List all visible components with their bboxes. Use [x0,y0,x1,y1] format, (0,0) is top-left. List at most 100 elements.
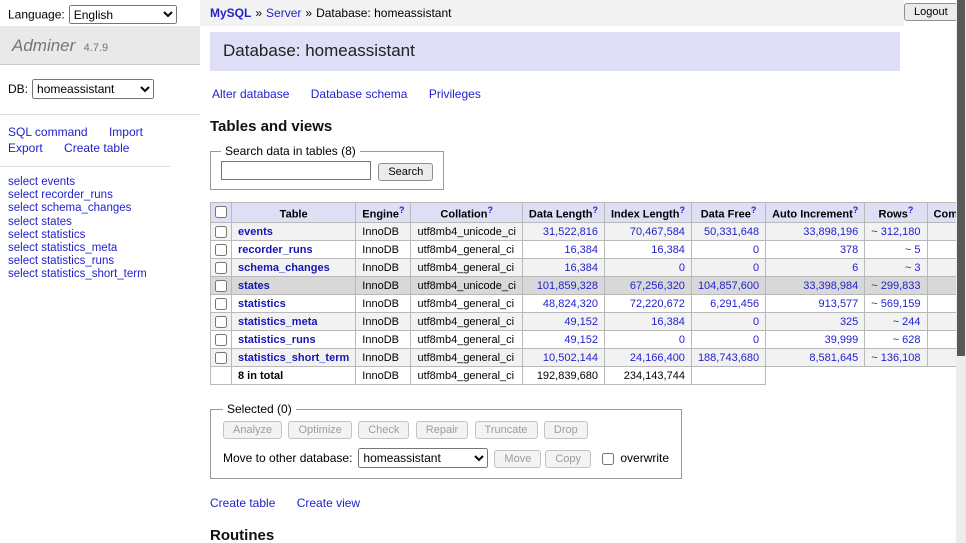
text-link[interactable]: SQL command [8,125,88,139]
rows-link[interactable]: ~ 136,108 [871,352,920,364]
table-name-link[interactable]: events [238,226,273,238]
db-select[interactable]: homeassistant [32,79,154,99]
column-help-link[interactable]: ? [679,205,685,215]
sidebar-table-link[interactable]: select statistics [8,229,192,242]
data-length-link[interactable]: 101,859,328 [537,280,598,292]
data-free-link[interactable]: 0 [753,334,759,346]
text-link[interactable]: Create table [64,141,129,155]
sidebar-table-link[interactable]: select events [8,176,192,189]
row-checkbox[interactable] [215,352,227,364]
data-length-link[interactable]: 31,522,816 [543,226,598,238]
data-length-link[interactable]: 16,384 [564,244,598,256]
overwrite-checkbox[interactable] [602,453,614,465]
selected-action-button[interactable]: Optimize [288,421,351,439]
table-name-link[interactable]: states [238,280,270,292]
sidebar-table-link[interactable]: select schema_changes [8,202,192,215]
row-checkbox[interactable] [215,316,227,328]
index-length-link[interactable]: 67,256,320 [630,280,685,292]
column-help-link[interactable]: ? [399,205,405,215]
auto-increment-link[interactable]: 325 [840,316,858,328]
data-free-link[interactable]: 0 [753,262,759,274]
data-length-link[interactable]: 49,152 [564,316,598,328]
text-link[interactable]: Privileges [429,87,481,101]
auto-increment-link[interactable]: 378 [840,244,858,256]
index-length-link[interactable]: 0 [679,262,685,274]
auto-increment-link[interactable]: 913,577 [819,298,859,310]
move-button[interactable]: Move [494,450,541,468]
text-link[interactable]: Alter database [212,87,289,101]
index-length-link[interactable]: 16,384 [651,244,685,256]
data-free-link[interactable]: 0 [753,316,759,328]
data-length-link[interactable]: 16,384 [564,262,598,274]
row-checkbox[interactable] [215,226,227,238]
language-select[interactable]: English [69,5,177,24]
data-length-link[interactable]: 48,824,320 [543,298,598,310]
sidebar-table-link[interactable]: select statistics_runs [8,255,192,268]
text-link[interactable]: Create table [210,496,275,510]
table-name-cell: statistics [232,295,356,313]
table-name-link[interactable]: statistics [238,298,286,310]
search-input[interactable] [221,161,371,180]
select-all-checkbox[interactable] [215,206,227,218]
sidebar-table-link[interactable]: select recorder_runs [8,189,192,202]
column-help-link[interactable]: ? [487,205,493,215]
selected-action-button[interactable]: Repair [416,421,468,439]
data-free-link[interactable]: 188,743,680 [698,352,759,364]
data-free-link[interactable]: 50,331,648 [704,226,759,238]
row-checkbox[interactable] [215,298,227,310]
selected-action-button[interactable]: Drop [544,421,588,439]
column-help-link[interactable]: ? [853,205,859,215]
rows-link[interactable]: ~ 5 [905,244,921,256]
text-link[interactable]: Database schema [311,87,408,101]
table-name-link[interactable]: schema_changes [238,262,330,274]
row-checkbox[interactable] [215,280,227,292]
data-length-link[interactable]: 10,502,144 [543,352,598,364]
sidebar-table-link[interactable]: select statistics_meta [8,242,192,255]
row-checkbox[interactable] [215,244,227,256]
data-free-link[interactable]: 0 [753,244,759,256]
text-link[interactable]: Import [109,125,143,139]
sidebar-table-link[interactable]: select states [8,216,192,229]
auto-increment-link[interactable]: 33,898,196 [803,226,858,238]
sidebar-table-link[interactable]: select statistics_short_term [8,268,192,281]
breadcrumb-link-server[interactable]: Server [266,6,301,20]
rows-link[interactable]: ~ 3 [905,262,921,274]
scrollbar-thumb[interactable] [957,0,965,356]
data-free-link[interactable]: 6,291,456 [710,298,759,310]
rows-link[interactable]: ~ 569,159 [871,298,920,310]
text-link[interactable]: Create view [297,496,360,510]
data-free-link[interactable]: 104,857,600 [698,280,759,292]
selected-action-button[interactable]: Analyze [223,421,282,439]
rows-link[interactable]: ~ 299,833 [871,280,920,292]
search-button[interactable]: Search [378,163,433,181]
table-name-link[interactable]: statistics_runs [238,334,316,346]
selected-action-button[interactable]: Truncate [475,421,538,439]
row-checkbox[interactable] [215,262,227,274]
auto-increment-link[interactable]: 39,999 [825,334,859,346]
breadcrumb-link-mysql[interactable]: MySQL [210,6,251,20]
index-length-link[interactable]: 0 [679,334,685,346]
row-checkbox[interactable] [215,334,227,346]
table-name-link[interactable]: recorder_runs [238,244,313,256]
column-help-link[interactable]: ? [908,205,914,215]
auto-increment-link[interactable]: 8,581,645 [809,352,858,364]
index-length-link[interactable]: 72,220,672 [630,298,685,310]
auto-increment-link[interactable]: 6 [852,262,858,274]
logout-button[interactable]: Logout [904,3,958,21]
auto-increment-link[interactable]: 33,398,984 [803,280,858,292]
move-db-select[interactable]: homeassistant [358,448,488,468]
rows-link[interactable]: ~ 312,180 [871,226,920,238]
text-link[interactable]: Export [8,141,43,155]
column-help-link[interactable]: ? [751,205,757,215]
index-length-link[interactable]: 16,384 [651,316,685,328]
rows-link[interactable]: ~ 244 [893,316,921,328]
index-length-link[interactable]: 24,166,400 [630,352,685,364]
copy-button[interactable]: Copy [545,450,591,468]
table-name-link[interactable]: statistics_meta [238,316,318,328]
table-name-link[interactable]: statistics_short_term [238,352,349,364]
selected-action-button[interactable]: Check [358,421,409,439]
column-help-link[interactable]: ? [592,205,598,215]
rows-link[interactable]: ~ 628 [893,334,921,346]
data-length-link[interactable]: 49,152 [564,334,598,346]
index-length-link[interactable]: 70,467,584 [630,226,685,238]
